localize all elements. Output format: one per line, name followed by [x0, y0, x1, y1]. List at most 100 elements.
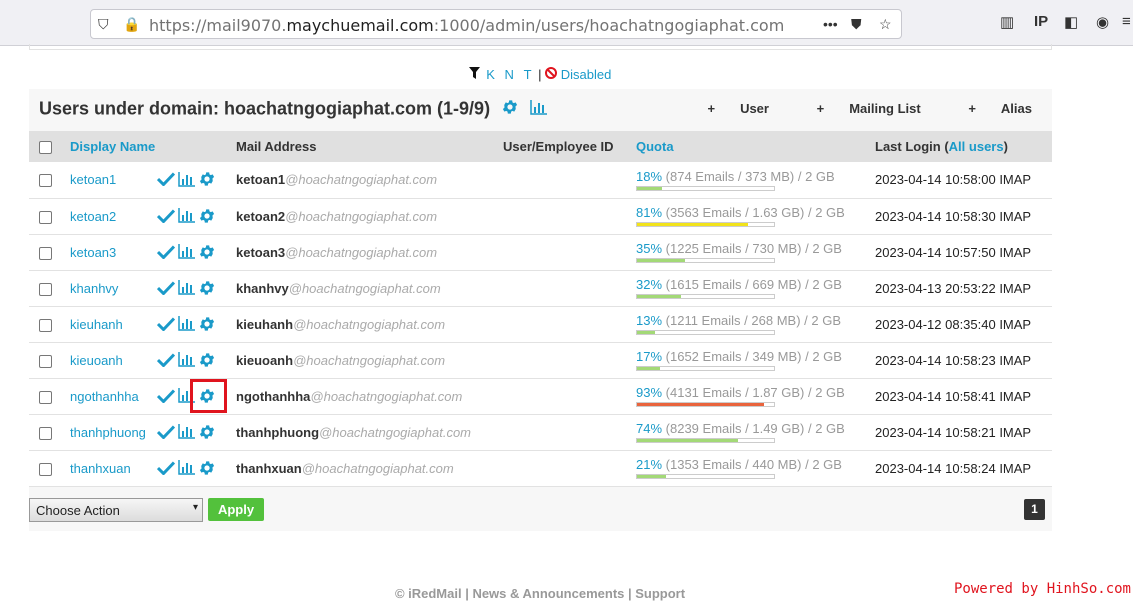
filter-k-link[interactable]: K — [486, 67, 495, 82]
check-icon[interactable] — [156, 351, 178, 368]
domain-stats-icon[interactable] — [530, 99, 548, 119]
stats-icon[interactable] — [178, 387, 198, 403]
page-number[interactable]: 1 — [1024, 499, 1045, 520]
quota-percent[interactable]: 81% — [636, 205, 662, 220]
quota-percent[interactable]: 18% — [636, 169, 662, 184]
browser-toolbar: ⛉ 🔒 https://mail9070.maychuemail.com:100… — [0, 0, 1133, 46]
stats-icon[interactable] — [178, 279, 198, 295]
mail-user: kieuhanh — [236, 316, 294, 332]
quota-bar — [636, 366, 775, 371]
table-row: ngothanhha ngothanhha@hoachatngogiaphat.c… — [29, 378, 1052, 415]
table-row: thanhxuan thanhxuan@hoachatngogiaphat.com… — [29, 450, 1052, 487]
add-user-button[interactable]: + User — [685, 101, 769, 116]
quota-info: (4131 Emails / 1.87 GB) / 2 GB — [665, 385, 845, 400]
row-checkbox[interactable] — [39, 462, 52, 476]
menu-icon[interactable]: ≡ — [1122, 13, 1131, 30]
pocket-icon[interactable]: ⛊ — [851, 16, 862, 33]
add-alias-button[interactable]: + Alias — [946, 101, 1032, 116]
display-name-link[interactable]: thanhphuong — [70, 425, 146, 440]
quota-percent[interactable]: 74% — [636, 421, 662, 436]
check-icon[interactable] — [156, 207, 178, 224]
quota-bar — [636, 438, 775, 443]
display-name-link[interactable]: khanhvy — [70, 281, 118, 296]
stats-icon[interactable] — [178, 315, 198, 331]
check-icon[interactable] — [156, 387, 178, 404]
bookmark-star-icon[interactable]: ☆ — [879, 16, 892, 33]
quota-percent[interactable]: 17% — [636, 349, 662, 364]
url-text[interactable]: https://mail9070.maychuemail.com:1000/ad… — [149, 16, 784, 35]
table-row: kieuoanh kieuoanh@hoachatngogiaphat.com 17… — [29, 342, 1052, 379]
library-icon[interactable]: ▥ — [1000, 13, 1014, 31]
select-all-checkbox[interactable] — [39, 141, 52, 155]
stats-icon[interactable] — [178, 207, 198, 223]
row-checkbox[interactable] — [39, 426, 52, 440]
user-settings-gear-icon[interactable] — [198, 279, 219, 297]
sidebar-icon[interactable]: ◧ — [1064, 13, 1078, 31]
check-icon[interactable] — [156, 243, 178, 260]
user-settings-gear-icon[interactable] — [198, 459, 219, 477]
user-settings-gear-icon[interactable] — [198, 170, 219, 188]
user-settings-gear-icon[interactable] — [190, 378, 227, 413]
display-name-link[interactable]: thanhxuan — [70, 461, 131, 476]
domain-settings-icon[interactable] — [501, 100, 524, 120]
display-name-link[interactable]: kieuhanh — [70, 317, 123, 332]
user-settings-gear-icon[interactable] — [198, 243, 219, 261]
user-settings-gear-icon[interactable] — [198, 315, 219, 333]
lock-icon[interactable]: 🔒 — [123, 16, 140, 33]
apply-button[interactable]: Apply — [208, 498, 264, 521]
user-settings-gear-icon[interactable] — [198, 423, 219, 441]
quota-percent[interactable]: 13% — [636, 313, 662, 328]
display-name-link[interactable]: ketoan2 — [70, 209, 116, 224]
last-login: 2023-04-14 10:58:30 IMAP — [869, 198, 1052, 235]
account-icon[interactable]: ◉ — [1096, 13, 1109, 31]
more-actions-icon[interactable]: ••• — [823, 16, 838, 32]
display-name-link[interactable]: ketoan3 — [70, 245, 116, 260]
stats-icon[interactable] — [178, 170, 198, 187]
check-icon[interactable] — [156, 279, 178, 296]
display-name-link[interactable]: kieuoanh — [70, 353, 123, 368]
address-bar[interactable]: ⛉ 🔒 https://mail9070.maychuemail.com:100… — [90, 9, 902, 39]
quota-percent[interactable]: 93% — [636, 385, 662, 400]
ip-extension-icon[interactable]: IP — [1034, 13, 1048, 30]
check-icon[interactable] — [156, 459, 178, 476]
user-settings-gear-icon[interactable] — [198, 207, 219, 225]
last-login: 2023-04-14 10:58:24 IMAP — [869, 450, 1052, 487]
last-login: 2023-04-14 10:57:50 IMAP — [869, 234, 1052, 271]
all-users-link[interactable]: All users — [949, 139, 1004, 154]
quota-bar — [636, 185, 775, 191]
quota-percent[interactable]: 21% — [636, 457, 662, 472]
row-checkbox[interactable] — [39, 390, 52, 404]
row-checkbox[interactable] — [39, 174, 52, 188]
check-icon[interactable] — [156, 423, 178, 440]
table-row: khanhvy khanhvy@hoachatngogiaphat.com 32% … — [29, 270, 1052, 307]
filter-n-link[interactable]: N — [505, 67, 514, 82]
quota-bar-fill — [637, 403, 765, 406]
quota-percent[interactable]: 35% — [636, 241, 662, 256]
filter-disabled-link[interactable]: Disabled — [561, 67, 612, 82]
col-quota[interactable]: Quota — [636, 139, 674, 154]
stats-icon[interactable] — [178, 351, 198, 367]
row-checkbox[interactable] — [39, 210, 52, 224]
add-mailing-list-button[interactable]: + Mailing List — [795, 101, 921, 116]
check-icon[interactable] — [156, 170, 178, 187]
display-name-link[interactable]: ngothanhha — [70, 389, 139, 404]
stats-icon[interactable] — [178, 459, 198, 475]
col-display-name[interactable]: Display Name — [70, 139, 155, 154]
filter-t-link[interactable]: T — [524, 67, 532, 82]
stats-icon[interactable] — [178, 423, 198, 439]
check-icon[interactable] — [156, 315, 178, 332]
row-checkbox[interactable] — [39, 318, 52, 332]
row-checkbox[interactable] — [39, 354, 52, 368]
footer-links[interactable]: © iRedMail | News & Announcements | Supp… — [0, 586, 1080, 601]
row-checkbox[interactable] — [39, 246, 52, 260]
shield-icon[interactable]: ⛉ — [98, 16, 109, 33]
quota-bar-fill — [637, 295, 681, 298]
row-checkbox[interactable] — [39, 282, 52, 296]
stats-icon[interactable] — [178, 243, 198, 259]
choose-action-select[interactable]: Choose Action ▾ — [29, 498, 203, 522]
user-settings-gear-icon[interactable] — [198, 351, 219, 369]
quota-info: (874 Emails / 373 MB) / 2 GB — [665, 168, 835, 184]
display-name-link[interactable]: ketoan1 — [70, 172, 116, 187]
mail-domain: @hoachatngogiaphat.com — [285, 172, 438, 188]
quota-percent[interactable]: 32% — [636, 277, 662, 292]
